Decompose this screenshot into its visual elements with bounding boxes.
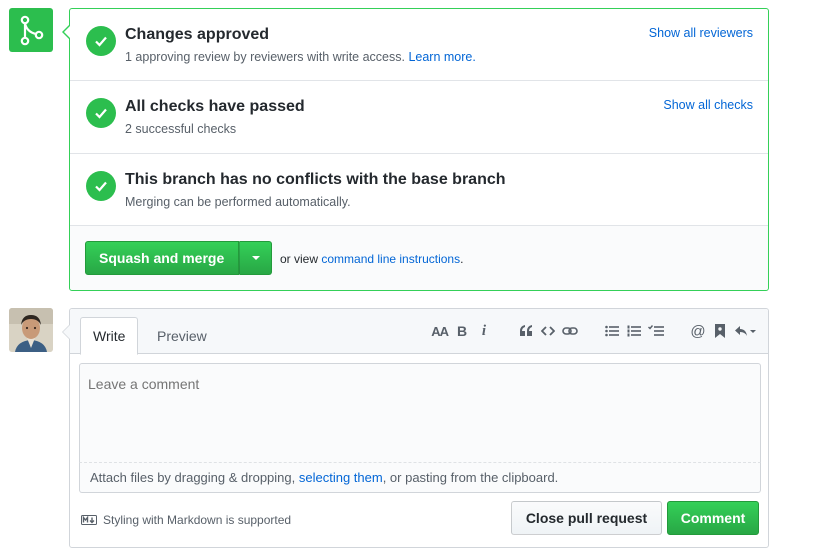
bookmark-icon[interactable] <box>712 321 728 341</box>
comment-textarea[interactable] <box>79 363 761 463</box>
status-title: All checks have passed <box>125 98 305 115</box>
attach-prefix: Attach files by dragging & dropping, <box>90 470 296 485</box>
status-description: 1 approving review by reviewers with wri… <box>125 50 476 64</box>
command-line-prefix: or view <box>280 252 319 266</box>
check-icon <box>86 171 116 201</box>
command-line-instructions-link[interactable]: command line instructions <box>321 252 460 266</box>
comment-tab-header: Write Preview AA B i @ <box>70 309 768 355</box>
status-description: 2 successful checks <box>125 122 237 136</box>
command-line-note: or view command line instructions. <box>280 252 463 266</box>
markdown-support-note[interactable]: Styling with Markdown is supported <box>81 513 291 527</box>
status-row-checks: All checks have passed 2 successful chec… <box>70 81 768 154</box>
link-icon[interactable] <box>562 321 578 341</box>
check-icon <box>86 98 116 128</box>
chevron-down-icon <box>251 256 260 260</box>
show-all-reviewers-link[interactable]: Show all reviewers <box>649 26 753 40</box>
show-all-checks-link[interactable]: Show all checks <box>663 98 753 112</box>
merge-status-panel: Changes approved 1 approving review by r… <box>62 8 769 291</box>
close-pull-request-button[interactable]: Close pull request <box>511 501 662 535</box>
command-line-suffix: . <box>460 252 464 266</box>
reply-icon[interactable] <box>734 321 756 341</box>
status-description-text: 1 approving review by reviewers with wri… <box>125 50 405 64</box>
tab-write[interactable]: Write <box>80 317 139 355</box>
status-row-approved: Changes approved 1 approving review by r… <box>70 9 768 81</box>
squash-and-merge-button[interactable]: Squash and merge <box>85 241 239 275</box>
attach-suffix: , or pasting from the clipboard. <box>382 470 559 485</box>
status-description: Merging can be performed automatically. <box>125 195 351 209</box>
bullet-list-icon[interactable] <box>604 321 620 341</box>
markdown-note-text: Styling with Markdown is supported <box>103 513 292 527</box>
mention-icon[interactable]: @ <box>690 321 706 341</box>
check-icon <box>86 26 116 56</box>
numbered-list-icon[interactable] <box>626 321 642 341</box>
markdown-icon <box>81 515 97 525</box>
heading-icon[interactable]: AA <box>431 321 449 341</box>
status-title: This branch has no conflicts with the ba… <box>125 171 506 188</box>
italic-icon[interactable]: i <box>476 321 492 341</box>
select-files-link[interactable]: selecting them <box>299 470 383 485</box>
comment-button[interactable]: Comment <box>667 501 759 535</box>
merge-method-dropdown[interactable] <box>239 241 272 275</box>
avatar[interactable] <box>9 308 53 352</box>
quote-icon[interactable] <box>518 321 534 341</box>
merge-button-group: Squash and merge <box>85 241 272 275</box>
bold-icon[interactable]: B <box>454 321 470 341</box>
comment-form: Write Preview AA B i @ Leave a comment A… <box>62 308 769 548</box>
code-icon[interactable] <box>540 321 556 341</box>
task-list-icon[interactable] <box>648 321 664 341</box>
merge-actions: Squash and merge or view command line in… <box>70 226 768 290</box>
markdown-toolbar: AA B i @ <box>425 321 756 341</box>
file-attachment-bar[interactable]: Attach files by dragging & dropping, sel… <box>79 463 761 493</box>
status-title: Changes approved <box>125 26 270 43</box>
git-merge-icon <box>9 8 53 52</box>
status-row-conflicts: This branch has no conflicts with the ba… <box>70 154 768 226</box>
learn-more-link[interactable]: Learn more. <box>408 50 475 64</box>
tab-preview[interactable]: Preview <box>145 317 219 355</box>
